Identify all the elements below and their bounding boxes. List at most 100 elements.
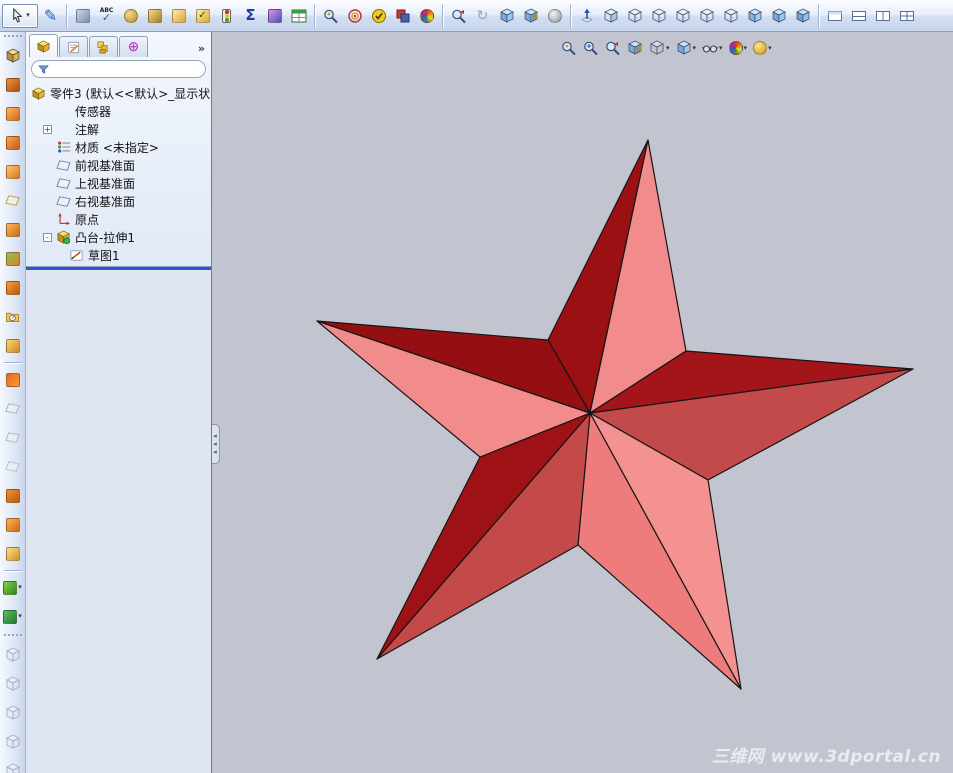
shell-button-icon <box>6 339 20 353</box>
apply-scene-button[interactable]: ▾ <box>752 37 773 59</box>
origin-icon <box>57 212 71 226</box>
draft-button[interactable] <box>1 302 25 331</box>
instant3d-button[interactable] <box>1 510 25 539</box>
boundary-boss-button[interactable] <box>1 157 25 186</box>
zoom-fit-button[interactable] <box>560 37 578 59</box>
design-table-button[interactable] <box>287 4 310 28</box>
compare-documents-button[interactable] <box>391 4 414 28</box>
mirror-button-disabled <box>1 423 25 452</box>
two-view-horizontal-button[interactable] <box>847 4 870 28</box>
dropdown-arrow-icon[interactable]: ▾ <box>18 613 22 620</box>
shell-button[interactable] <box>1 331 25 360</box>
single-view-button[interactable] <box>823 4 846 28</box>
zoom-area-button[interactable] <box>582 37 600 59</box>
tree-item-7[interactable]: 原点 <box>28 210 211 228</box>
spell-check-button[interactable]: ABC✓ <box>95 4 118 28</box>
curves-button[interactable] <box>1 481 25 510</box>
right-view-button[interactable] <box>671 4 694 28</box>
extruded-boss-button[interactable] <box>1 41 25 70</box>
shadows-button[interactable] <box>543 4 566 28</box>
dropdown-arrow-icon[interactable]: ▾ <box>768 45 772 52</box>
fillet-button[interactable] <box>1 244 25 273</box>
redraw-button[interactable]: ↻ <box>471 4 494 28</box>
zoom-check-button[interactable] <box>319 4 342 28</box>
deviation-analysis-button[interactable] <box>263 4 286 28</box>
revolved-cut-button[interactable] <box>1 215 25 244</box>
collapse-box[interactable]: - <box>43 233 52 242</box>
tree-item-1[interactable]: 传感器 <box>28 102 211 120</box>
mass-properties-button[interactable] <box>143 4 166 28</box>
tree-item-5[interactable]: 上视基准面 <box>28 174 211 192</box>
tab-configurationmanager[interactable] <box>89 36 118 57</box>
tree-item-8[interactable]: -凸台-拉伸1 <box>28 228 211 246</box>
expand-box[interactable]: + <box>43 125 52 134</box>
select-tool-button[interactable]: ▾ <box>2 4 38 28</box>
check-document-button[interactable] <box>367 4 390 28</box>
toolbar-group-evaluate <box>319 4 438 28</box>
keys-icon-button[interactable] <box>71 4 94 28</box>
measure-button[interactable] <box>119 4 142 28</box>
tabs-overflow-chevron[interactable]: » <box>198 42 209 57</box>
dropdown-arrow-icon[interactable]: ▾ <box>744 45 748 52</box>
smart-fastener-button[interactable]: ▾ <box>1 573 25 602</box>
revolved-boss-button[interactable] <box>1 70 25 99</box>
trimetric-view-button[interactable] <box>767 4 790 28</box>
hide-show-items-button[interactable]: ▾ <box>701 37 724 59</box>
swept-boss-button-icon <box>6 107 20 121</box>
front-view-button[interactable] <box>599 4 622 28</box>
back-view-button[interactable] <box>623 4 646 28</box>
performance-evaluation-button-icon <box>222 9 231 23</box>
tree-item-9[interactable]: 草图1 <box>28 246 211 264</box>
dropdown-arrow-icon[interactable]: ▾ <box>719 45 723 52</box>
top-view-button[interactable] <box>695 4 718 28</box>
move-copy-button-icon <box>172 9 186 23</box>
lofted-boss-button[interactable] <box>1 128 25 157</box>
rib-button[interactable] <box>1 539 25 568</box>
bottom-view-button[interactable] <box>719 4 742 28</box>
four-view-button[interactable] <box>895 4 918 28</box>
view-previous-button[interactable] <box>447 4 470 28</box>
tree-item-6[interactable]: 右视基准面 <box>28 192 211 210</box>
tab-featuremanager-tree[interactable] <box>29 34 58 57</box>
view-orientation-button[interactable]: ▾ <box>648 37 671 59</box>
dropdown-arrow-icon[interactable]: ▾ <box>666 45 670 52</box>
curvature-button[interactable] <box>343 4 366 28</box>
display-cube-button[interactable] <box>495 4 518 28</box>
tree-item-4[interactable]: 前视基准面 <box>28 156 211 174</box>
tree-item-2[interactable]: +注解 <box>28 120 211 138</box>
normal-to-button-icon <box>579 8 595 24</box>
section-view-button[interactable] <box>626 37 644 59</box>
display-style-button[interactable]: ▾ <box>675 37 698 59</box>
dropdown-arrow-icon[interactable]: ▾ <box>693 45 697 52</box>
dropdown-arrow-icon[interactable]: ▾ <box>26 12 30 19</box>
isometric-view-button[interactable] <box>743 4 766 28</box>
left-view-button[interactable] <box>647 4 670 28</box>
design-check-button[interactable]: ✓ <box>191 4 214 28</box>
sketch-button[interactable]: ✎ <box>39 4 62 28</box>
graphics-viewport[interactable]: ▾▾▾▾▾ 三维网 www.3dportal.cn ◂◂◂ <box>212 32 953 773</box>
zoom-fit-button-icon <box>561 40 577 56</box>
two-view-vertical-button[interactable] <box>871 4 894 28</box>
dimetric-view-button[interactable] <box>791 4 814 28</box>
dropdown-arrow-icon[interactable]: ▾ <box>18 584 22 591</box>
tree-item-3[interactable]: 材质 <未指定> <box>28 138 211 156</box>
wrap-button[interactable] <box>1 365 25 394</box>
performance-evaluation-button[interactable] <box>215 4 238 28</box>
edit-appearance-button[interactable]: ▾ <box>728 37 749 59</box>
snap-hook-button[interactable]: ▾ <box>1 602 25 631</box>
tree-item-0[interactable]: 零件3 (默认<<默认>_显示状态 <box>28 84 211 102</box>
render-tools-button[interactable] <box>415 4 438 28</box>
extruded-cut-button[interactable] <box>1 186 25 215</box>
previous-view-button[interactable] <box>604 37 622 59</box>
panel-splitter-handle[interactable]: ◂ ◂ ◂ <box>212 424 220 464</box>
section-view-button[interactable] <box>519 4 542 28</box>
move-copy-button[interactable] <box>167 4 190 28</box>
equations-button[interactable]: Σ <box>239 4 262 28</box>
swept-boss-button[interactable] <box>1 99 25 128</box>
tab-dimxpertmanager[interactable]: ⊕ <box>119 36 148 57</box>
linear-pattern-button[interactable] <box>1 273 25 302</box>
tab-propertymanager[interactable] <box>59 36 88 57</box>
normal-to-button[interactable] <box>575 4 598 28</box>
tree-filter[interactable] <box>31 60 206 78</box>
section-view-button-icon <box>523 8 539 24</box>
